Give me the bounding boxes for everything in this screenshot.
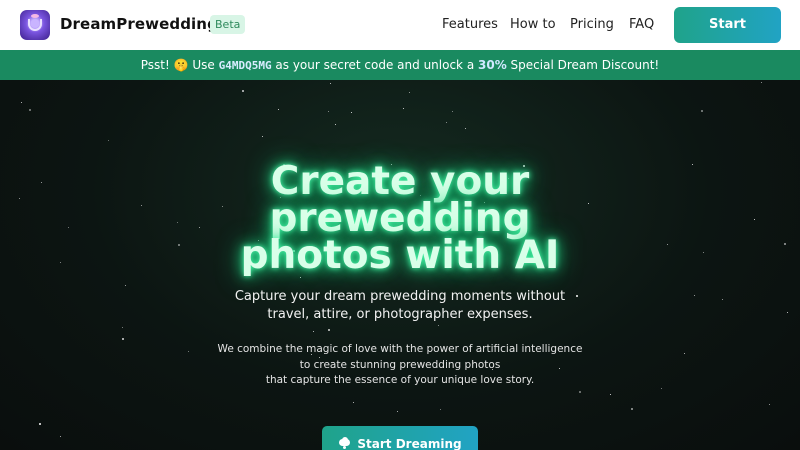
hero-headline: Create your prewedding photos with AI [150, 159, 650, 278]
star [328, 111, 330, 113]
star [122, 338, 124, 340]
hero-cta-label: Start Dreaming [357, 437, 462, 450]
nav-link-features[interactable]: Features [442, 17, 498, 32]
nav-link-how-to[interactable]: How to [510, 17, 556, 32]
description-line-1: We combine the magic of love with the po… [217, 343, 583, 355]
star [784, 243, 786, 245]
star [141, 205, 143, 207]
brand-name[interactable]: DreamPreweddingAI [60, 15, 235, 33]
star [335, 124, 337, 126]
star [122, 327, 124, 329]
star [661, 388, 663, 390]
description-line-3: that capture the essence of your unique … [265, 374, 535, 386]
star [440, 409, 442, 411]
promo-banner: Psst! 🤫 Use G4MDQ5MG as your secret code… [0, 50, 800, 80]
headline-line-2: prewedding [269, 196, 531, 241]
top-navbar: DreamPreweddingAI Beta Features How to P… [0, 0, 800, 68]
star [19, 198, 21, 200]
cloud-icon [338, 437, 351, 449]
star [754, 219, 756, 221]
star [694, 295, 696, 297]
star [769, 404, 771, 406]
star [667, 244, 669, 246]
star [41, 182, 43, 184]
start-dreaming-hero-button[interactable]: Start Dreaming [322, 426, 478, 450]
star [692, 164, 694, 166]
headline-line-3: photos with AI [240, 233, 560, 278]
star [409, 92, 411, 94]
star [787, 312, 789, 314]
promo-prefix: Psst! 🤫 Use [140, 58, 219, 72]
star [330, 83, 332, 85]
star [579, 391, 581, 393]
nav-link-faq[interactable]: FAQ [629, 17, 654, 32]
nav-link-pricing[interactable]: Pricing [570, 17, 614, 32]
star [631, 408, 633, 410]
star [60, 262, 62, 264]
star [465, 128, 467, 130]
star [684, 353, 686, 355]
subtitle-line-2: travel, attire, or photographer expenses… [267, 307, 533, 322]
promo-code: G4MDQ5MG [218, 59, 272, 72]
promo-suffix: Special Dream Discount! [506, 58, 660, 72]
beta-badge: Beta [210, 15, 246, 34]
star [722, 299, 724, 301]
star [21, 102, 23, 104]
star [108, 140, 110, 142]
star [313, 331, 315, 333]
star [351, 112, 353, 114]
hero-section: Create your prewedding photos with AI Ca… [0, 80, 800, 450]
dream-logo-icon[interactable] [20, 10, 50, 40]
hero-subtitle: Capture your dream prewedding moments wi… [200, 288, 600, 324]
subtitle-line-1: Capture your dream prewedding moments wi… [234, 289, 566, 304]
star [761, 82, 763, 84]
star [262, 136, 264, 138]
star [610, 394, 612, 396]
star [242, 90, 244, 92]
star [68, 227, 70, 229]
star [703, 252, 705, 254]
star [60, 436, 62, 438]
star [328, 329, 330, 331]
star [403, 108, 405, 110]
description-line-2: to create stunning prewedding photos [299, 358, 501, 371]
promo-middle: as your secret code and unlock a [271, 58, 478, 72]
star [701, 110, 703, 112]
promo-percent: 30% [478, 58, 507, 72]
star [446, 122, 448, 124]
star [438, 325, 440, 327]
start-dreaming-nav-button[interactable]: Start Dreaming [674, 7, 781, 68]
star [29, 109, 31, 111]
star [353, 402, 355, 404]
star [125, 285, 127, 287]
hero-description: We combine the magic of love with the po… [150, 342, 650, 389]
headline-line-1: Create your [270, 159, 530, 204]
star [452, 111, 454, 113]
star [397, 411, 399, 413]
star [278, 109, 280, 111]
star [39, 423, 41, 425]
